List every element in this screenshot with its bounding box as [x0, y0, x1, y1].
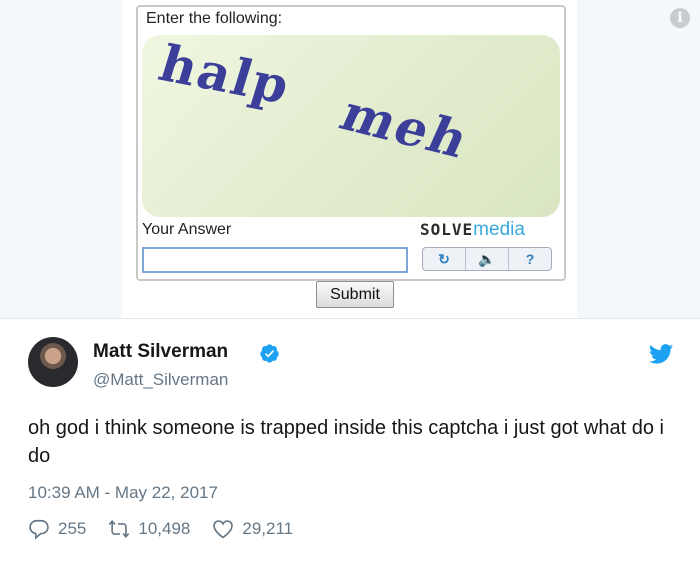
info-icon[interactable]: i	[670, 8, 690, 28]
captcha-word-2: meh	[331, 83, 480, 170]
audio-icon[interactable]: 🔈	[466, 248, 509, 270]
brand-solve: SOLVE	[420, 220, 474, 239]
reply-count: 255	[58, 519, 87, 538]
tweet-timestamp[interactable]: 10:39 AM - May 22, 2017	[28, 483, 218, 503]
captcha-word-1: halp	[152, 35, 299, 116]
answer-label: Your Answer	[142, 221, 232, 238]
twitter-bird-icon[interactable]	[649, 343, 673, 365]
avatar[interactable]	[28, 337, 78, 387]
reply-icon	[29, 519, 49, 540]
author-handle[interactable]: @Matt_Silverman	[93, 370, 228, 390]
brand-media: media	[473, 219, 525, 240]
heart-icon	[213, 520, 234, 539]
refresh-icon[interactable]: ↻	[423, 248, 466, 270]
submit-button[interactable]: Submit	[316, 281, 394, 308]
retweet-count: 10,498	[138, 519, 191, 538]
solve-media-logo: SOLVEmedia	[420, 219, 525, 241]
like-button[interactable]: 29,211	[212, 518, 293, 540]
tweet-media-image: Enter the following: halp meh Your Answe…	[0, 0, 700, 318]
author-name[interactable]: Matt Silverman	[93, 341, 228, 363]
tweet-actions: 255 10,498 29,211	[28, 518, 315, 540]
answer-input[interactable]	[142, 247, 408, 273]
retweet-button[interactable]: 10,498	[108, 518, 190, 540]
retweet-icon	[109, 519, 130, 539]
captcha-widget: Enter the following: halp meh Your Answe…	[122, 0, 577, 318]
captcha-controls: ↻ 🔈 ?	[422, 247, 552, 271]
verified-badge-icon	[260, 344, 279, 363]
help-icon[interactable]: ?	[509, 248, 551, 270]
like-count: 29,211	[242, 519, 294, 538]
reply-button[interactable]: 255	[28, 518, 86, 540]
captcha-prompt: Enter the following:	[146, 10, 283, 27]
divider	[0, 318, 700, 319]
captcha-box: Enter the following: halp meh Your Answe…	[136, 5, 566, 281]
captcha-image: halp meh	[142, 35, 560, 217]
tweet-text: oh god i think someone is trapped inside…	[28, 417, 664, 467]
